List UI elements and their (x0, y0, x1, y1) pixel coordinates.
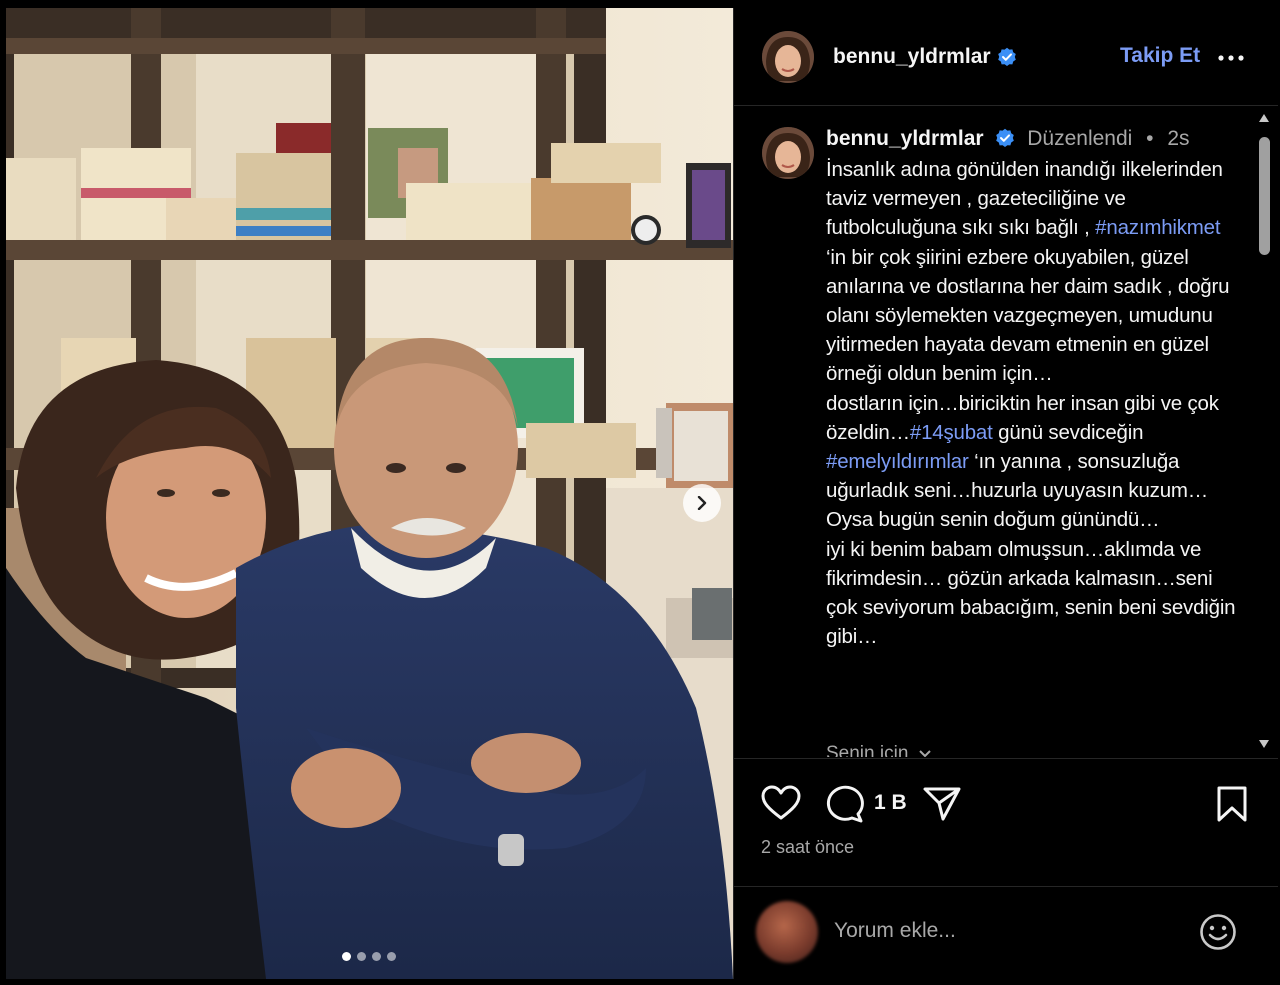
more-options-icon[interactable] (1217, 48, 1245, 68)
carousel-dot (387, 952, 396, 961)
caption-section: bennu_yldrmlar Düzenlendi • 2s İnsanlık … (734, 107, 1278, 757)
add-comment-bar (734, 886, 1278, 979)
edited-label: Düzenlendi (1027, 127, 1133, 150)
author-avatar[interactable] (762, 30, 814, 83)
caption-text-part: ‘ın yanına , sonsuzluğa uğurladık seni…h… (826, 450, 1236, 649)
chevron-down-icon (918, 750, 931, 757)
chevron-right-icon (697, 496, 707, 510)
share-icon[interactable] (922, 785, 962, 823)
comment-count[interactable]: 1 B (874, 791, 907, 815)
separator-dot: • (1146, 127, 1154, 150)
caption-scrollbar[interactable] (1255, 107, 1273, 757)
scroll-down-arrow-icon[interactable] (1258, 739, 1270, 749)
emoji-icon[interactable] (1199, 913, 1237, 951)
post-actions: 1 B 2 saat önce (734, 758, 1278, 878)
avatar-image (762, 127, 814, 179)
caption-header: bennu_yldrmlar Düzenlendi • 2s (826, 127, 1190, 151)
caption-text: İnsanlık adına gönülden inandığı ilkeler… (826, 155, 1238, 651)
post-details-panel: bennu_yldrmlar Takip Et bennu_yldrmlar D… (733, 8, 1278, 979)
hashtag-link[interactable]: #14şubat (910, 421, 993, 444)
caption-author-avatar[interactable] (762, 127, 814, 179)
hashtag-link[interactable]: #emelyıldırımlar (826, 450, 969, 473)
bookmark-icon[interactable] (1216, 785, 1248, 823)
author-username[interactable]: bennu_yldrmlar (833, 45, 991, 69)
caption-text-part: günü sevdiceğin (998, 420, 1144, 444)
current-user-avatar (756, 901, 818, 963)
comment-icon[interactable] (825, 785, 865, 823)
caption-text-part: ‘in bir çok şiirini ezbere okuyabilen, g… (826, 245, 1230, 444)
carousel-next-button[interactable] (683, 484, 721, 522)
verified-badge-icon (996, 128, 1015, 147)
for-you-label: Senin için (826, 743, 909, 757)
post-photo-illustration (6, 8, 733, 979)
scroll-up-arrow-icon[interactable] (1258, 113, 1270, 123)
post-timestamp[interactable]: 2 saat önce (761, 837, 854, 858)
carousel-dot (357, 952, 366, 961)
heart-icon[interactable] (761, 785, 801, 821)
carousel-dot (372, 952, 381, 961)
hashtag-link[interactable]: #nazımhikmet (1095, 216, 1220, 239)
post-photo[interactable] (6, 8, 733, 979)
scroll-thumb[interactable] (1259, 137, 1270, 255)
caption-time[interactable]: 2s (1167, 127, 1189, 150)
for-you-dropdown[interactable]: Senin için (826, 743, 932, 757)
follow-button[interactable]: Takip Et (1120, 44, 1200, 68)
verified-badge-icon (997, 47, 1016, 66)
avatar-image (762, 30, 814, 83)
comment-input[interactable] (834, 914, 1164, 948)
carousel-dot (342, 952, 351, 961)
carousel-indicator (342, 952, 396, 961)
caption-username[interactable]: bennu_yldrmlar (826, 127, 984, 150)
post-header: bennu_yldrmlar Takip Et (734, 8, 1278, 106)
